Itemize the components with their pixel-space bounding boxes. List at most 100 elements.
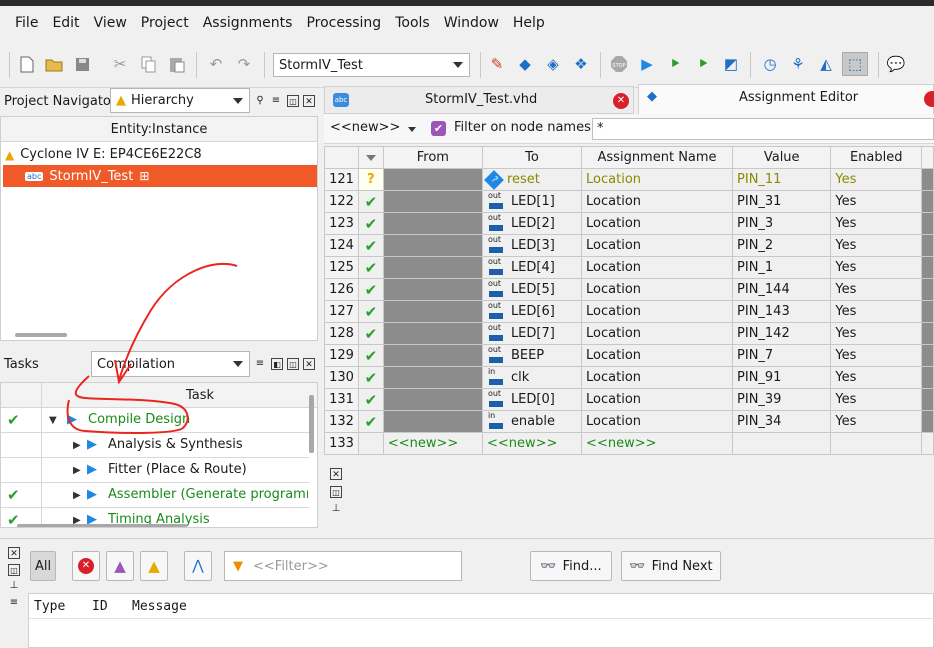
play-icon[interactable]: ▶ [87,462,97,477]
netlist-icon[interactable]: ❖ [571,54,591,74]
table-row[interactable]: 128 ✔ out LED[7] Location PIN_142 Yes [324,322,934,345]
expand-arrow-icon[interactable]: ▶ [73,465,81,476]
to-cell[interactable]: out LED[7] [481,322,583,345]
column-header[interactable]: From [382,146,483,169]
table-row[interactable]: 124 ✔ out LED[3] Location PIN_2 Yes [324,234,934,257]
detach-icon[interactable]: ◧ [271,358,283,370]
column-header[interactable]: To [481,146,583,169]
id-column-header[interactable]: ID [92,599,108,614]
value-cell[interactable]: PIN_144 [732,278,832,301]
value-cell[interactable]: PIN_1 [732,256,832,279]
table-row[interactable]: 131 ✔ out LED[0] Location PIN_39 Yes [324,388,934,411]
horizontal-scrollbar[interactable] [17,524,187,527]
value-cell[interactable]: PIN_142 [732,322,832,345]
filter-warnings-button[interactable]: ▲ [140,551,168,581]
find-button[interactable]: 👓 Find... [530,551,612,581]
expand-arrow-icon[interactable]: ▶ [73,490,81,501]
close-tab-icon[interactable]: ✕ [613,93,629,109]
rtl-viewer-icon[interactable]: ⚘ [788,54,808,74]
close-icon[interactable]: ✕ [303,358,315,370]
cut-icon[interactable]: ✂ [110,54,130,74]
filter-suppressed-button[interactable]: ⋀ [184,551,212,581]
pin-planner-icon[interactable]: ◭ [816,54,836,74]
menu-processing[interactable]: Processing [299,15,388,31]
from-cell[interactable] [382,410,483,433]
close-icon[interactable]: ✕ [8,547,20,559]
filter-input[interactable]: * [592,118,934,140]
undo-icon[interactable]: ↶ [206,54,226,74]
filter-checkbox[interactable]: ✔ [431,121,446,136]
from-cell[interactable] [382,168,483,191]
assignment-name-cell[interactable]: Location [581,234,734,257]
search-icon[interactable]: ⚲ [254,95,266,107]
float-icon[interactable]: ◫ [8,564,20,576]
device-item[interactable]: ▲ Cyclone IV E: EP4CE6E22C8 [5,145,202,165]
assignment-name-cell[interactable]: Location [581,410,734,433]
elaboration-icon[interactable]: ◈ [543,54,563,74]
enabled-cell[interactable]: Yes [830,168,923,191]
from-cell[interactable] [382,344,483,367]
new-enabled-cell[interactable] [830,432,923,455]
enabled-cell[interactable]: Yes [830,234,923,257]
help-icon[interactable]: 💬 [886,54,906,74]
new-file-icon[interactable] [17,54,37,74]
new-assignment-select[interactable]: <<new>> [330,120,420,138]
value-cell[interactable]: PIN_2 [732,234,832,257]
message-filter-input[interactable]: ▼ <<Filter>> [224,551,462,581]
to-cell[interactable]: out LED[4] [481,256,583,279]
new-name-cell[interactable]: <<new>> [581,432,734,455]
table-row[interactable]: 132 ✔ in enable Location PIN_34 Yes [324,410,934,433]
from-cell[interactable] [382,212,483,235]
float-icon[interactable]: ◫ [287,358,299,370]
enabled-cell[interactable]: Yes [830,366,923,389]
list-icon[interactable]: ≡ [270,95,282,107]
menu-window[interactable]: Window [437,15,506,31]
menu-edit[interactable]: Edit [45,15,86,31]
navigator-view-select[interactable]: ▲ Hierarchy [110,88,250,113]
close-icon[interactable]: ✕ [303,95,315,107]
assignment-name-cell[interactable]: Location [581,344,734,367]
assignment-name-cell[interactable]: Location [581,168,734,191]
assignment-name-cell[interactable]: Location [581,300,734,323]
to-cell[interactable]: in enable [481,410,583,433]
pin-icon[interactable]: ⊥ [8,580,20,592]
fitter-icon[interactable]: ⯈ [693,54,713,74]
to-cell[interactable]: out BEEP [481,344,583,367]
value-cell[interactable]: PIN_39 [732,388,832,411]
open-folder-icon[interactable] [44,54,64,74]
table-row[interactable]: 126 ✔ out LED[5] Location PIN_144 Yes [324,278,934,301]
enabled-cell[interactable]: Yes [830,212,923,235]
float-icon[interactable]: ◫ [330,486,342,498]
assignment-name-cell[interactable]: Location [581,278,734,301]
close-icon[interactable]: ✕ [330,468,342,480]
top-entity-item[interactable]: abc StormIV_Test ⊞ [3,165,317,187]
assignment-name-cell[interactable]: Location [581,190,734,213]
table-row[interactable]: 129 ✔ out BEEP Location PIN_7 Yes [324,344,934,367]
value-cell[interactable]: PIN_34 [732,410,832,433]
message-column-header[interactable]: Message [132,599,187,614]
to-cell[interactable]: out LED[3] [481,234,583,257]
float-icon[interactable]: ◫ [287,95,299,107]
column-header[interactable]: Enabled [830,146,923,169]
vertical-scrollbar[interactable] [309,395,314,453]
chip-planner-icon[interactable]: ⬚ [842,52,868,76]
list-icon[interactable]: ≡ [254,358,266,370]
new-to-cell[interactable]: <<new>> [481,432,583,455]
new-assignment-row[interactable]: 133 <<new>> <<new>> <<new>> [324,432,934,455]
play-icon[interactable]: ▶ [87,487,97,502]
analysis-synthesis-icon[interactable]: ⯈ [665,54,685,74]
menu-tools[interactable]: Tools [388,15,437,31]
menu-file[interactable]: File [8,15,45,31]
to-cell[interactable]: out LED[6] [481,300,583,323]
value-cell[interactable]: PIN_91 [732,366,832,389]
to-cell[interactable]: ? reset [481,168,583,191]
from-cell[interactable] [382,234,483,257]
column-header[interactable]: Value [732,146,832,169]
menu-project[interactable]: Project [134,15,196,31]
filter-errors-button[interactable]: ✕ [72,551,100,581]
column-header[interactable]: Assignment Name [581,146,734,169]
filter-critical-warnings-button[interactable]: ▲ [106,551,134,581]
from-cell[interactable] [382,190,483,213]
to-cell[interactable]: out LED[1] [481,190,583,213]
to-cell[interactable]: out LED[5] [481,278,583,301]
